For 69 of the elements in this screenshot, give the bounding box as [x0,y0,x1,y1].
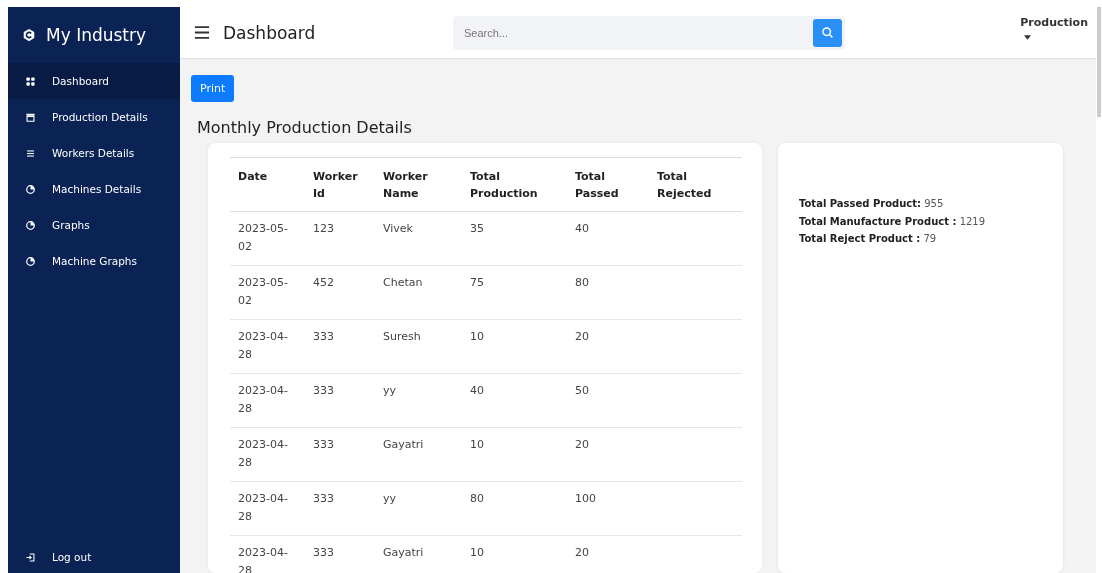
sidebar-item[interactable]: Machines Details [8,171,180,207]
pie-chart-icon [25,255,36,267]
pie-chart-icon [25,183,36,195]
summary-line: Total Reject Product : 79 [799,232,938,246]
table-cell-text: 123 [313,221,334,237]
logout-link[interactable]: Log out [8,541,180,573]
column-header: Worker Name [375,157,462,212]
sidebar-item[interactable]: Production Details [8,99,180,135]
column-header: Total Rejected [649,157,742,212]
table-cell-text: 10 [470,437,484,453]
table-cell-text: 20 [575,545,589,561]
sidebar-item[interactable]: Graphs [8,207,180,243]
page-heading: Dashboard [223,22,317,43]
table-cell-text: 333 [313,329,334,345]
table-cell-text: yy [383,383,397,399]
table-cell-text: 75 [470,275,484,291]
table-cell-text: 452 [313,275,334,291]
summary-line: Total Manufacture Product : 1219 [799,214,987,229]
table-cell-text: 50 [575,383,589,399]
table-cell-text: 35 [470,221,484,237]
table-cell-text: 333 [313,491,334,507]
logo-icon [22,28,36,42]
table-cell-text: 40 [470,383,484,399]
column-header: Total Production [462,157,567,212]
table-cell-text: 80 [575,275,589,291]
table-cell-text: Suresh [383,329,421,345]
search-button[interactable] [813,18,842,47]
list-icon [25,147,36,159]
column-header: Date [230,157,305,212]
table-cell-text: 100 [575,491,596,507]
table-cell-text: 10 [470,329,484,345]
table-cell-text: 40 [575,221,589,237]
table-cell-text: yy [383,491,397,507]
scrollbar[interactable] [1097,7,1101,117]
column-header: Worker Id [305,157,375,212]
table-cell-text: 2023-04-28 [238,491,289,525]
sidebar-item[interactable]: Dashboard [8,63,180,99]
menu-icon[interactable] [194,26,210,39]
column-header: Total Passed [567,157,649,212]
search-field[interactable]: Search... [453,15,845,50]
table-cell-text: 10 [470,545,484,561]
table-cell-text: Chetan [383,275,423,291]
section-title: Monthly Production Details [197,118,413,137]
table-cell-text: 333 [313,383,334,399]
user-menu[interactable]: Production [1020,16,1088,29]
search-icon [821,26,834,39]
grid-icon [25,75,36,87]
sidebar-item[interactable]: Workers Details [8,135,180,171]
table-cell-text: 2023-04-28 [238,383,289,417]
table-cell-text: Vivek [383,221,413,237]
brand-name: My Industry [46,25,147,45]
table-cell-text: 333 [313,437,334,453]
table-cell-text: 2023-04-28 [238,329,289,363]
archive-icon [25,111,36,123]
table-cell-text: 80 [470,491,484,507]
table-cell-text: 2023-04-28 [238,437,289,471]
table-cell-text: 2023-05-02 [238,275,289,309]
table-cell-text: 333 [313,545,334,561]
table-cell-text: Gayatri [383,437,424,453]
table-cell-text: Gayatri [383,545,424,561]
table-cell-text: 20 [575,329,589,345]
table-cell-text: 2023-05-02 [238,221,289,255]
sidebar-item[interactable]: Machine Graphs [8,243,180,279]
logout-icon [25,551,36,563]
pie-chart-icon [25,219,36,231]
table-cell-text: 20 [575,437,589,453]
print-button[interactable]: Print [191,75,235,102]
summary-line: Total Passed Product: 955 [799,197,945,211]
caret-icon[interactable] [1024,35,1032,40]
